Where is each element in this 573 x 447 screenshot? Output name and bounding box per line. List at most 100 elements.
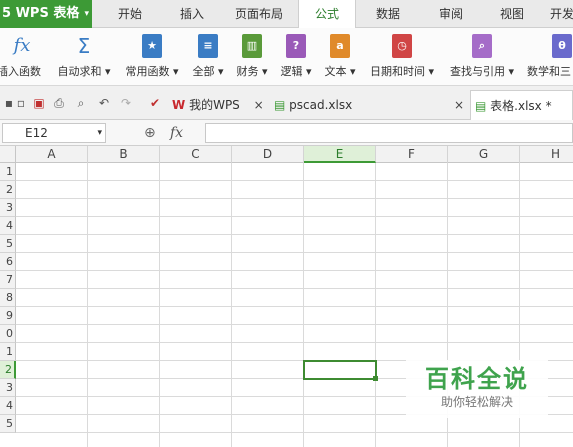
autosum-button[interactable]: Σ 自动求和 ▾ (54, 28, 114, 86)
tab-my-wps[interactable]: W 我的WPS × (172, 90, 268, 120)
column-header-h[interactable]: H (520, 146, 573, 163)
grid-line (16, 234, 573, 235)
ribbon-label: 查找与引用 ▾ (449, 65, 515, 78)
close-icon[interactable]: × (254, 98, 264, 112)
grid-line (16, 252, 573, 253)
row-header-8[interactable]: 8 (0, 289, 16, 307)
row-header-4[interactable]: 4 (0, 217, 16, 235)
text-functions-button[interactable]: a 文本 ▾ (320, 28, 360, 86)
ribbon-label: 全部 ▾ (192, 65, 224, 78)
tab-active-sheet[interactable]: ▤ 表格.xlsx * (470, 90, 573, 120)
row-header-2[interactable]: 2 (0, 181, 16, 199)
row-header-10[interactable]: 0 (0, 325, 16, 343)
row-header-12[interactable]: 2 (0, 361, 16, 379)
math-book-icon: θ (552, 34, 572, 58)
menu-insert[interactable]: 插入 (166, 0, 218, 28)
row-header-14[interactable]: 4 (0, 397, 16, 415)
grid-line (231, 163, 232, 447)
ribbon: fx 插入函数 Σ 自动求和 ▾ ★ 常用函数 ▾ ≡ 全部 ▾ ▥ 财务 ▾ … (0, 28, 573, 86)
sheet-icon: ▤ (475, 99, 487, 113)
logic-book-icon: ? (286, 34, 306, 58)
search-book-icon: ⌕ (472, 34, 492, 58)
row-header-13[interactable]: 3 (0, 379, 16, 397)
row-header-11[interactable]: 1 (0, 343, 16, 361)
chevron-down-icon: ▾ (84, 9, 89, 19)
column-header-g[interactable]: G (448, 146, 520, 163)
redo-icon[interactable]: ↷ (119, 96, 133, 110)
date-time-functions-button[interactable]: ◷ 日期和时间 ▾ (364, 28, 440, 86)
all-functions-button[interactable]: ≡ 全部 ▾ (188, 28, 228, 86)
row-header-1[interactable]: 1 (0, 163, 16, 181)
sheet-icon: ▤ (274, 98, 286, 112)
app-title-label: 5 WPS 表格 (2, 6, 80, 21)
column-header-a[interactable]: A (16, 146, 88, 163)
clock-book-icon: ◷ (392, 34, 412, 58)
sigma-icon: Σ (77, 34, 91, 58)
menu-developer[interactable]: 开发 (550, 0, 573, 28)
grid-line (375, 163, 376, 447)
zoom-search-icon[interactable]: ⊕ (144, 123, 162, 143)
logic-functions-button[interactable]: ? 逻辑 ▾ (276, 28, 316, 86)
ribbon-label: 日期和时间 ▾ (369, 65, 435, 78)
menu-review[interactable]: 审阅 (425, 0, 477, 28)
watermark-subtitle: 助你轻松解决 (440, 395, 513, 409)
insert-function-button[interactable]: fx 插入函数 (0, 28, 46, 86)
ribbon-label: 插入函数 (0, 65, 41, 78)
fill-handle[interactable] (373, 376, 378, 381)
close-icon[interactable]: × (454, 90, 464, 120)
tab-bar: ▪ ▫ ▣ ⎙ ⌕ ↶ ↷ ✔ W 我的WPS × ▤ pscad.xlsx ×… (0, 86, 573, 120)
menu-data[interactable]: 数据 (362, 0, 414, 28)
row-header-6[interactable]: 6 (0, 253, 16, 271)
column-header-d[interactable]: D (232, 146, 304, 163)
math-trig-button[interactable]: θ 数学和三 (524, 28, 573, 86)
row-header-3[interactable]: 3 (0, 199, 16, 217)
ribbon-label: 数学和三 (527, 65, 571, 78)
tab-pscad[interactable]: ▤ pscad.xlsx × (274, 90, 468, 120)
menu-bar: 5 WPS 表格 ▾ 开始 插入 页面布局 公式 数据 审阅 视图 开发 (0, 0, 573, 29)
new-doc-icon[interactable]: ▫ (14, 96, 28, 110)
column-header-row: ABCDEFGH (0, 146, 573, 163)
common-functions-button[interactable]: ★ 常用函数 ▾ (121, 28, 183, 86)
lookup-reference-button[interactable]: ⌕ 查找与引用 ▾ (444, 28, 520, 86)
finance-functions-button[interactable]: ▥ 财务 ▾ (232, 28, 272, 86)
fx-icon[interactable]: fx (170, 123, 194, 143)
grid-line (16, 306, 573, 307)
selected-cell[interactable] (303, 360, 377, 380)
grid-line (16, 288, 573, 289)
formula-bar: E12 ▾ ⊕ fx (0, 120, 573, 146)
chevron-down-icon[interactable]: ▾ (97, 124, 102, 142)
print-icon[interactable]: ⎙ (52, 96, 66, 110)
row-header-5[interactable]: 5 (0, 235, 16, 253)
column-header-c[interactable]: C (160, 146, 232, 163)
fx-icon: fx (13, 35, 31, 56)
column-header-b[interactable]: B (88, 146, 160, 163)
grid-line (87, 163, 88, 447)
text-book-icon: a (330, 34, 350, 58)
select-all-corner[interactable] (0, 146, 16, 163)
watermark: 百科全说 助你轻松解决 (406, 360, 548, 418)
column-header-e[interactable]: E (304, 146, 376, 163)
name-box[interactable]: E12 ▾ (2, 123, 106, 143)
export-pdf-icon[interactable]: ▣ (32, 96, 46, 110)
grid-line (303, 163, 304, 447)
finance-book-icon: ▥ (242, 34, 262, 58)
menu-view[interactable]: 视图 (487, 0, 537, 28)
menu-formulas[interactable]: 公式 (298, 0, 356, 29)
format-painter-icon[interactable]: ✔ (148, 96, 162, 110)
formula-input[interactable] (205, 123, 573, 143)
list-book-icon: ≡ (198, 34, 218, 58)
row-header-7[interactable]: 7 (0, 271, 16, 289)
app-title-button[interactable]: 5 WPS 表格 ▾ (0, 0, 92, 28)
menu-home[interactable]: 开始 (105, 0, 155, 28)
tab-label: pscad.xlsx (289, 98, 353, 112)
column-header-f[interactable]: F (376, 146, 448, 163)
row-header-9[interactable]: 9 (0, 307, 16, 325)
wps-logo-icon: W (172, 98, 186, 112)
row-header-15[interactable]: 5 (0, 415, 16, 433)
tab-label: 我的WPS (189, 98, 240, 112)
print-preview-icon[interactable]: ⌕ (74, 96, 88, 110)
undo-icon[interactable]: ↶ (97, 96, 111, 110)
grid-line (16, 342, 573, 343)
menu-page-layout[interactable]: 页面布局 (228, 0, 290, 28)
grid-line (159, 163, 160, 447)
